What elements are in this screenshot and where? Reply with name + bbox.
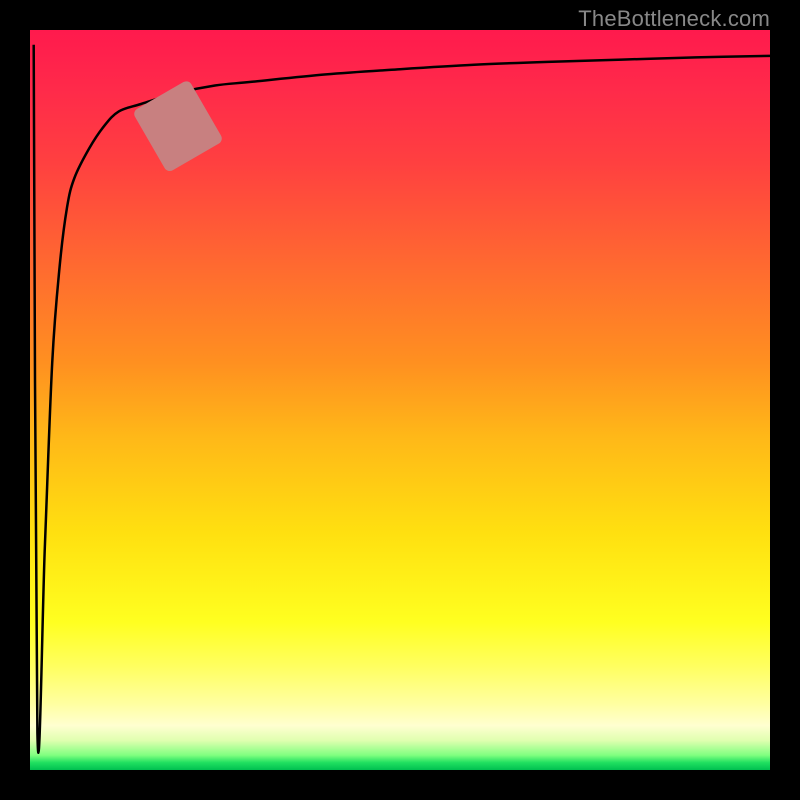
gradient-background [30, 30, 770, 770]
chart-area [30, 30, 770, 770]
watermark-text: TheBottleneck.com [578, 6, 770, 32]
